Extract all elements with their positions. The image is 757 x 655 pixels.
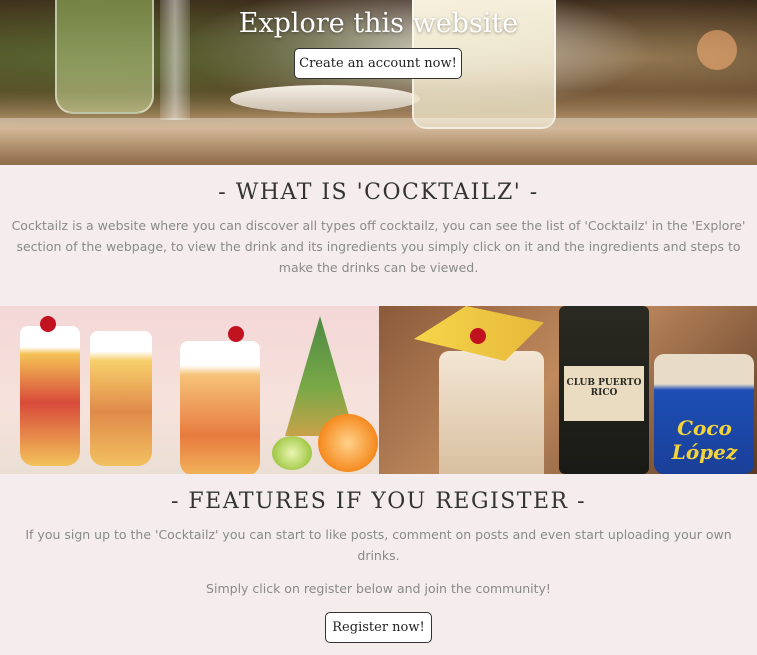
coconut-cream-can-text: Coco López: [671, 416, 738, 464]
features-paragraph: If you sign up to the 'Cocktailz' you ca…: [25, 527, 732, 563]
hero-bar-counter: [0, 118, 757, 165]
create-account-button[interactable]: Create an account now!: [294, 48, 462, 79]
pina-colada-glass: [439, 351, 544, 474]
cherry: [470, 328, 486, 344]
what-is-paragraph: Cocktailz is a website where you can dis…: [11, 218, 746, 275]
features-title: - FEATURES IF YOU REGISTER -: [170, 489, 587, 514]
register-button[interactable]: Register now!: [325, 612, 432, 643]
rum-bottle-text: CLUB PUERTO RICO: [566, 378, 642, 398]
cocktail-glass: [20, 326, 80, 466]
hero-plate: [230, 85, 420, 113]
cherry: [40, 316, 56, 332]
lime-half: [272, 436, 312, 470]
hero-banner: Explore this website Create an account n…: [0, 0, 757, 165]
cocktail-glass: [180, 341, 260, 474]
pina-colada-image-right: CLUB PUERTO RICO Coco López: [379, 306, 757, 474]
hero-title: Explore this website: [238, 8, 519, 39]
cocktails-image-left: [0, 306, 379, 474]
orange-half: [318, 414, 378, 472]
what-is-title: - WHAT IS 'COCKTAILZ' -: [218, 180, 539, 205]
cocktail-glass: [90, 331, 152, 466]
cherry: [228, 326, 244, 342]
register-cta-text: Simply click on register below and join …: [206, 581, 551, 596]
